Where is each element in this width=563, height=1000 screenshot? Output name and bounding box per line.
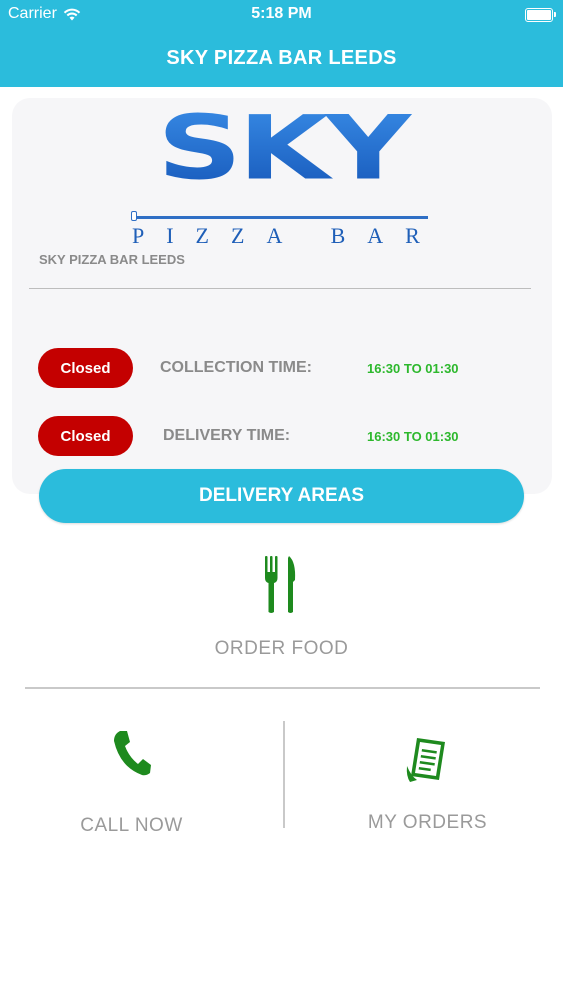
my-orders-button[interactable]: MY ORDERS bbox=[345, 730, 510, 840]
battery-icon bbox=[525, 8, 556, 22]
collection-time-row: Closed COLLECTION TIME: 16:30 TO 01:30 bbox=[38, 348, 538, 388]
page-title: SKY PIZZA BAR LEEDS bbox=[166, 47, 397, 69]
shop-logo: SKY PIZZA BAR bbox=[131, 96, 432, 248]
clock: 5:18 PM bbox=[251, 5, 312, 22]
logo-underline bbox=[131, 211, 428, 221]
receipt-icon bbox=[406, 738, 445, 782]
shop-name: SKY PIZZA BAR LEEDS bbox=[39, 252, 185, 267]
collection-status-badge: Closed bbox=[38, 348, 133, 388]
call-now-button[interactable]: CALL NOW bbox=[50, 725, 213, 840]
delivery-time-row: Closed DELIVERY TIME: 16:30 TO 01:30 bbox=[38, 416, 538, 456]
shop-info-card: SKY PIZZA BAR SKY PIZZA BAR LEEDS Closed… bbox=[12, 96, 552, 494]
call-now-label: CALL NOW bbox=[80, 815, 183, 836]
section-divider-vertical bbox=[283, 721, 285, 828]
card-divider bbox=[29, 288, 531, 289]
my-orders-label: MY ORDERS bbox=[367, 812, 488, 833]
status-bar: Carrier 5:18 PM bbox=[0, 0, 563, 30]
nav-bar: SKY PIZZA BAR LEEDS bbox=[0, 30, 563, 87]
collection-time-label: COLLECTION TIME: bbox=[160, 359, 312, 376]
phone-icon bbox=[114, 731, 151, 776]
collection-time-value: 16:30 TO 01:30 bbox=[367, 361, 459, 376]
delivery-areas-label: DELIVERY AREAS bbox=[198, 485, 365, 506]
delivery-time-value: 16:30 TO 01:30 bbox=[367, 429, 459, 444]
fork-knife-icon bbox=[265, 556, 296, 613]
section-divider-horizontal bbox=[25, 687, 540, 689]
delivery-time-label: DELIVERY TIME: bbox=[163, 427, 291, 444]
delivery-status-badge: Closed bbox=[38, 416, 133, 456]
logo-wordmark: SKY bbox=[132, 96, 432, 200]
delivery-areas-button[interactable]: DELIVERY AREAS bbox=[39, 469, 524, 523]
order-food-label: ORDER FOOD bbox=[214, 638, 349, 659]
logo-subtext: PIZZA BAR bbox=[132, 223, 442, 248]
order-food-button[interactable]: ORDER FOOD bbox=[180, 550, 383, 670]
